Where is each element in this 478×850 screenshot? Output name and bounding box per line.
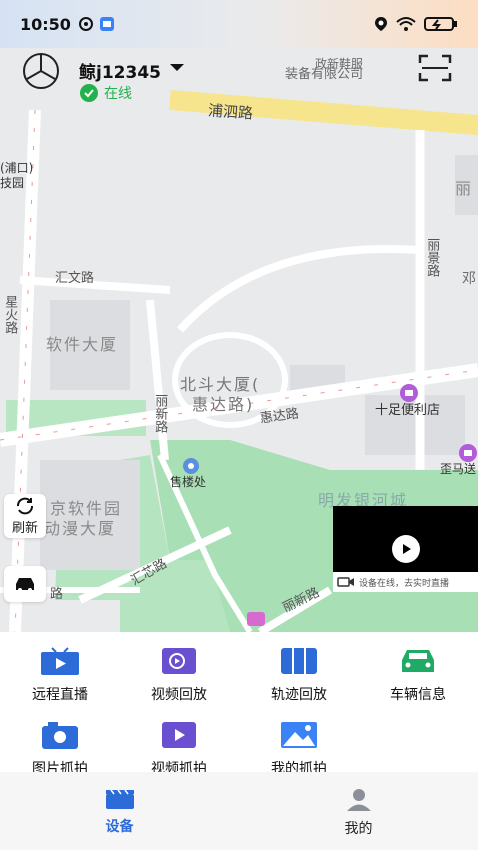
scan-icon[interactable] [418,53,452,83]
map-label-huida-road-paren: 惠达路) [192,395,255,414]
function-label: 视频回放 [151,687,207,703]
video-replay-icon [159,646,199,676]
status-time: 10:50 [20,14,71,34]
notification-icon [78,17,93,31]
person-icon [346,789,371,811]
tab-devices[interactable]: 设备 [0,772,239,850]
mercedes-logo-icon [23,53,59,89]
poi-marker-icon[interactable] [245,610,267,630]
map-label-animation-building: 动漫大厦 [44,519,117,538]
video-camera-icon [337,577,354,587]
track-map-icon [279,646,319,676]
map-label-road-edge: 路 [50,587,64,602]
refresh-label: 刷新 [11,520,38,536]
battery-icon [424,17,457,31]
vehicle-info-button[interactable]: 车辆信息 [358,646,478,704]
play-icon[interactable] [391,535,420,563]
video-capture-button[interactable]: 视频抓拍 [119,720,239,778]
remote-live-button[interactable]: 远程直播 [0,646,120,704]
app-notification-icon [99,17,114,31]
function-label: 车辆信息 [390,687,446,703]
clapper-icon [105,789,134,809]
map-label-pukou: (浦口) [0,161,34,175]
header: 鲸j12345 在线 [0,48,478,106]
video-replay-button[interactable]: 视频回放 [119,646,239,704]
function-label: 远程直播 [32,687,88,703]
device-selector[interactable]: 鲸j12345 [79,58,161,83]
chevron-down-icon[interactable] [170,64,184,71]
status-bar: 10:50 [0,0,478,48]
map-label-huiwen-road: 汇文路 [55,271,95,286]
live-tv-icon [40,646,80,676]
tab-mine[interactable]: 我的 [239,772,478,850]
bottom-nav: 设备 我的 [0,772,478,850]
locate-car-button[interactable] [4,566,46,602]
location-pin-icon[interactable] [181,457,201,479]
photo-capture-button[interactable]: 图片抓拍 [0,720,120,778]
location-status-icon [375,17,387,31]
video-caption-text: 设备在线，去实时直播 [359,578,450,589]
gallery-icon [279,720,319,750]
tab-label: 我的 [344,821,373,837]
refresh-button[interactable]: 刷新 [4,494,46,538]
online-status-text: 在线 [104,86,132,102]
map-label-deng-edge: 邓 [462,271,476,287]
map-label-jinma-edge: 歪马送 [440,462,477,476]
video-capture-icon [159,720,199,750]
map-label-software-building: 软件大厦 [46,335,119,354]
refresh-icon [17,497,33,514]
map-label-xinghuo-road: 星火路 [2,295,18,334]
track-replay-button[interactable]: 轨迹回放 [239,646,359,704]
online-status: 在线 [80,83,132,103]
map-label-lixin-road: 丽新路 [152,394,168,433]
map-label-lijing-road: 丽景路 [424,238,440,277]
my-captures-button[interactable]: 我的抓拍 [239,720,359,778]
map-label-li-edge: 丽 [455,179,474,198]
shop-poi-icon-2[interactable] [458,443,478,463]
map-label-shizu-store: 十足便利店 [375,403,441,418]
shop-poi-icon[interactable] [399,383,419,403]
tab-label: 设备 [105,819,134,835]
map-label-beidou-building: 北斗大厦( [180,375,261,394]
map-label-jing-software-park: 京软件园 [50,499,123,518]
map-label-tech-park: 技园 [0,176,25,190]
check-circle-icon [80,84,98,102]
camera-icon [40,720,80,750]
car-info-icon [398,646,438,676]
car-icon [16,578,34,592]
video-caption[interactable]: 设备在线，去实时直播 [333,572,478,592]
wifi-icon [396,17,416,31]
function-label: 轨迹回放 [271,687,327,703]
function-grid: 远程直播 视频回放 轨迹回放 车辆信息 图片抓拍 视频抓拍 我的抓拍 [0,632,478,777]
